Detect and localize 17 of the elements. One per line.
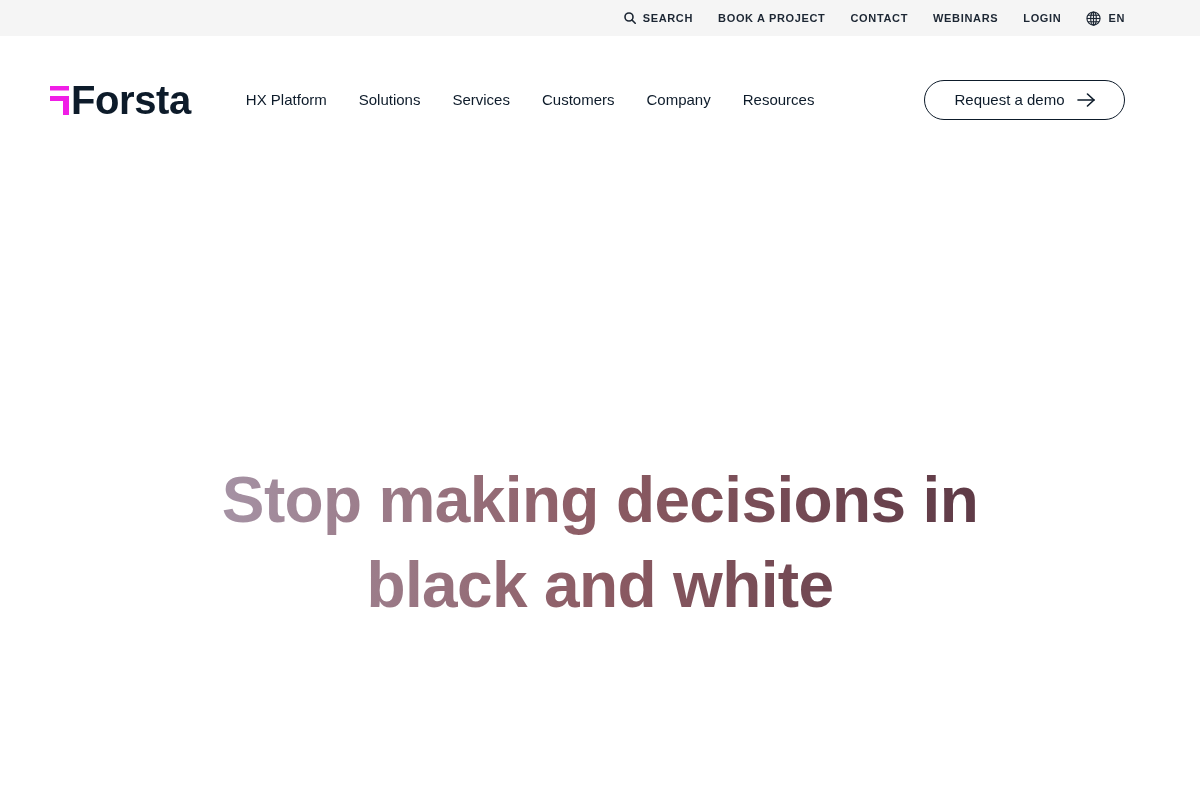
utility-link[interactable]: WEBINARS	[933, 9, 999, 27]
utility-link[interactable]: CONTACT	[850, 9, 909, 27]
nav-link[interactable]: Services	[452, 88, 510, 112]
nav-link[interactable]: Solutions	[358, 88, 421, 112]
search-link[interactable]: SEARCH	[623, 9, 694, 27]
globe-icon	[1086, 10, 1102, 26]
logo-mark-icon	[50, 85, 69, 115]
utility-link[interactable]: BOOK A PROJECT	[718, 9, 826, 27]
nav-link[interactable]: Resources	[742, 88, 815, 112]
arrow-right-icon	[1076, 93, 1095, 107]
utility-link[interactable]: LOGIN	[1023, 9, 1062, 27]
nav-link[interactable]: HX Platform	[245, 88, 327, 112]
nav-link[interactable]: Company	[646, 88, 711, 112]
logo[interactable]: Forsta	[50, 85, 191, 115]
language-selector[interactable]: EN	[1086, 9, 1125, 27]
search-icon	[623, 12, 636, 24]
nav-link[interactable]: Customers	[541, 88, 615, 112]
